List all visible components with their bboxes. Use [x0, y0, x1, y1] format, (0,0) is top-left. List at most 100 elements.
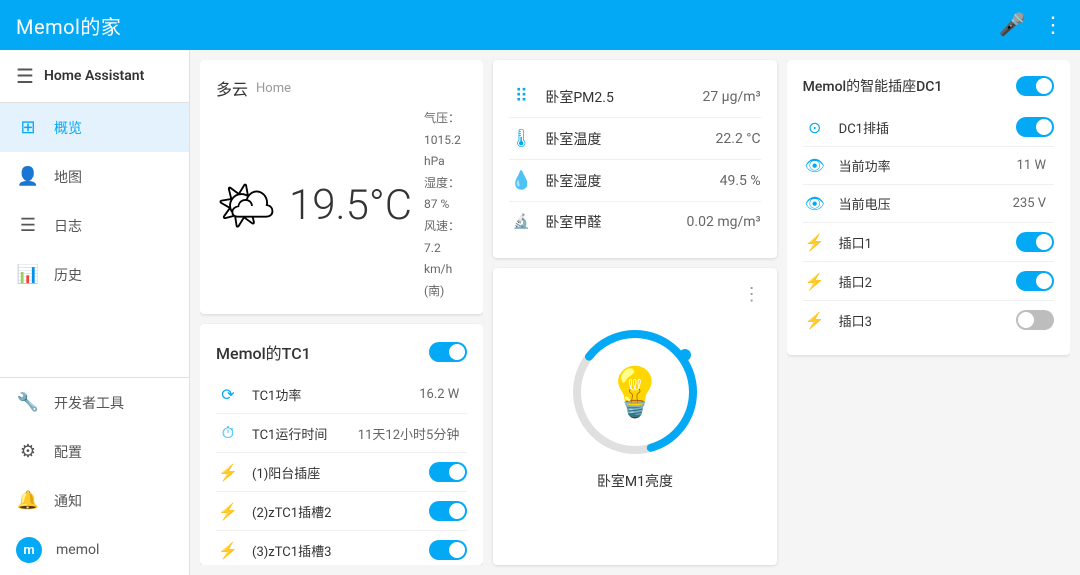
weather-pressure: 气压：1015.2 hPa	[424, 108, 467, 173]
tc1-plug1-label: (1)阳台插座	[252, 463, 429, 482]
tc1-runtime-icon: ⏱	[216, 423, 240, 443]
formaldehyde-icon: 🔬	[509, 214, 533, 230]
tc1-power-icon: ⟳	[216, 385, 240, 404]
tc1-plug3-icon: ⚡	[216, 541, 240, 560]
light-bulb-icon: 💡	[605, 364, 665, 421]
sensor-formaldehyde: 🔬 卧室甲醛 0.02 mg/m³	[509, 202, 760, 242]
tc1-plug2-icon: ⚡	[216, 502, 240, 521]
sensor-rows: ⠿ 卧室PM2.5 27 μg/m³ 🌡 卧室温度 22.2 °C 💧 卧室湿度…	[509, 76, 760, 242]
port2-icon: ⚡	[803, 272, 827, 291]
overview-icon: ⊞	[16, 117, 40, 138]
sidebar-bottom: 🔧 开发者工具 ⚙ 配置 🔔 通知 m memol	[0, 377, 189, 575]
port2-toggle[interactable]	[1016, 271, 1054, 291]
tc1-row-1: ⚡ (1)阳台插座	[216, 453, 467, 492]
sidebar-label-config: 配置	[54, 442, 82, 462]
port2-label: 插口2	[839, 272, 1016, 291]
tc1-plug2-label: (2)zTC1插槽2	[252, 502, 429, 521]
main-layout: ☰ Home Assistant ⊞ 概览 👤 地图 ☰ 日志 📊 历史	[0, 50, 1080, 575]
tc1-runtime-label: TC1运行时间	[252, 424, 358, 443]
sidebar-item-config[interactable]: ⚙ 配置	[0, 427, 189, 476]
left-column: 多云 Home 🌤 19.5°C 气压：1015.2 hPa 湿度：87 % 风…	[200, 60, 483, 565]
port3-icon: ⚡	[803, 311, 827, 330]
weather-card: 多云 Home 🌤 19.5°C 气压：1015.2 hPa 湿度：87 % 风…	[200, 60, 483, 314]
current-power-icon: 👁	[803, 156, 827, 175]
smart-plug-card: Memol的智能插座DC1 ⊙ DC1排插 👁 当前功率 11 W	[787, 60, 1070, 355]
dc1-icon: ⊙	[803, 118, 827, 137]
light-menu-icon[interactable]: ⋮	[743, 284, 761, 305]
sidebar-label-log: 日志	[54, 216, 82, 236]
light-label: 卧室M1亮度	[597, 471, 673, 491]
weather-location: Home	[256, 81, 291, 96]
port1-row: ⚡ 插口1	[803, 223, 1054, 262]
light-display: 💡 卧室M1亮度	[509, 309, 760, 509]
current-voltage-label: 当前电压	[839, 194, 1013, 213]
forecast-sat: 周六 下午12时 🌤 26.1 °C	[320, 312, 364, 314]
sensor-pm25: ⠿ 卧室PM2.5 27 μg/m³	[509, 76, 760, 118]
humidity-icon: 💧	[509, 170, 533, 191]
current-voltage-row: 👁 当前电压 235 V	[803, 185, 1054, 223]
weather-humidity: 湿度：87 %	[424, 173, 467, 216]
mid-column: ⠿ 卧室PM2.5 27 μg/m³ 🌡 卧室温度 22.2 °C 💧 卧室湿度…	[493, 60, 776, 565]
header-title: Memol的家	[16, 11, 121, 40]
pm25-label: 卧室PM2.5	[545, 87, 702, 107]
tc1-plug1-toggle[interactable]	[429, 462, 467, 482]
mic-icon[interactable]: 🎤	[999, 13, 1026, 38]
dc1-toggle[interactable]	[1016, 117, 1054, 137]
port1-toggle[interactable]	[1016, 232, 1054, 252]
temp-label: 卧室温度	[545, 129, 715, 149]
port2-row: ⚡ 插口2	[803, 262, 1054, 301]
smart-plug-rows: ⊙ DC1排插 👁 当前功率 11 W 👁 当前电压 235 V	[803, 108, 1054, 339]
devtools-icon: 🔧	[16, 392, 40, 413]
app-title: Home Assistant	[44, 68, 144, 84]
pm25-icon: ⠿	[509, 86, 533, 107]
more-icon[interactable]: ⋮	[1042, 13, 1064, 38]
sidebar-item-devtools[interactable]: 🔧 开发者工具	[0, 378, 189, 427]
tc1-power-value: 16.2 W	[419, 387, 459, 402]
forecast-fri: 周五 下午12时 🌤 25.7 °C	[268, 312, 312, 314]
sidebar-item-log[interactable]: ☰ 日志	[0, 201, 189, 250]
tc1-row-3: ⚡ (3)zTC1插槽3	[216, 531, 467, 565]
tc1-card: Memol的TC1 ⟳ TC1功率 16.2 W ⏱ TC1运行时间 11天12…	[200, 324, 483, 565]
weather-forecast: 周四 下午12时 🌤 24.2 °C 周五 下午12时 🌤 25.7 °C 周六…	[216, 312, 467, 314]
sidebar-nav: ⊞ 概览 👤 地图 ☰ 日志 📊 历史	[0, 103, 189, 377]
port3-toggle[interactable]	[1016, 310, 1054, 330]
sensor-temp: 🌡 卧室温度 22.2 °C	[509, 118, 760, 160]
map-icon: 👤	[16, 166, 40, 187]
tc1-plug3-toggle[interactable]	[429, 540, 467, 560]
avatar: m	[16, 537, 42, 563]
log-icon: ☰	[16, 215, 40, 236]
temp-value: 22.2 °C	[716, 131, 761, 147]
sidebar-item-notification[interactable]: 🔔 通知	[0, 476, 189, 525]
sidebar-label-user: memol	[56, 542, 99, 558]
history-icon: 📊	[16, 264, 40, 285]
light-card: ⋮ 💡 卧室M1亮度	[493, 268, 776, 565]
tc1-toggle[interactable]	[429, 342, 467, 362]
sidebar-item-user[interactable]: m memol	[0, 525, 189, 575]
temp-icon: 🌡	[509, 128, 533, 149]
tc1-plug2-toggle[interactable]	[429, 501, 467, 521]
formaldehyde-value: 0.02 mg/m³	[687, 214, 761, 230]
tc1-row-runtime: ⏱ TC1运行时间 11天12小时5分钟	[216, 414, 467, 453]
port1-label: 插口1	[839, 233, 1016, 252]
sidebar-item-history[interactable]: 📊 历史	[0, 250, 189, 299]
sidebar-label-history: 历史	[54, 265, 82, 285]
port1-icon: ⚡	[803, 233, 827, 252]
port3-row: ⚡ 插口3	[803, 301, 1054, 339]
smart-plug-toggle[interactable]	[1016, 76, 1054, 96]
current-voltage-value: 235 V	[1013, 196, 1046, 211]
forecast-mon: 周一 下午12时 🌤 28 °C	[423, 312, 467, 314]
sidebar-label-notification: 通知	[54, 491, 82, 511]
current-power-label: 当前功率	[839, 156, 1017, 175]
sidebar-header: ☰ Home Assistant	[0, 50, 189, 103]
forecast-sun: 周日 下午12时 🌤 27.1 °C	[372, 312, 416, 314]
right-column: Memol的智能插座DC1 ⊙ DC1排插 👁 当前功率 11 W	[787, 60, 1070, 565]
tc1-title: Memol的TC1	[216, 340, 311, 364]
sidebar-label-devtools: 开发者工具	[54, 393, 124, 413]
humidity-value: 49.5 %	[720, 173, 761, 189]
hamburger-icon[interactable]: ☰	[16, 64, 34, 88]
sensor-card: ⠿ 卧室PM2.5 27 μg/m³ 🌡 卧室温度 22.2 °C 💧 卧室湿度…	[493, 60, 776, 258]
sidebar-item-overview[interactable]: ⊞ 概览	[0, 103, 189, 152]
pm25-value: 27 μg/m³	[702, 89, 760, 105]
weather-title: 多云	[216, 76, 248, 100]
sidebar-item-map[interactable]: 👤 地图	[0, 152, 189, 201]
